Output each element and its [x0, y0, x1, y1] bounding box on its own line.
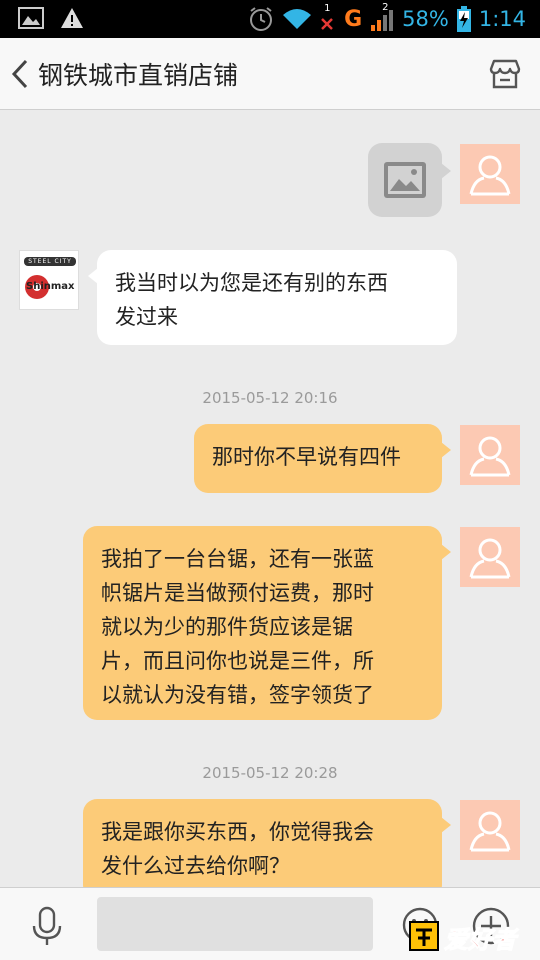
title-bar: 钢铁城市直销店铺	[0, 38, 540, 110]
shop-avatar[interactable]: STEEL CITY Shinmax	[19, 250, 79, 310]
signal-icon: 2	[370, 2, 394, 32]
outgoing-message-bubble[interactable]: 我是跟你买东西，你觉得我会 发什么过去给你啊？	[83, 799, 451, 899]
microphone-icon[interactable]	[30, 906, 64, 946]
chevron-left-icon[interactable]	[6, 58, 34, 90]
alarm-icon	[250, 7, 273, 31]
user-avatar[interactable]	[460, 425, 520, 485]
message-line: 片，而且问你也说是三件，所	[101, 649, 374, 673]
message-line: 以就认为没有错，签字领货了	[101, 683, 374, 707]
message-line: 发过来	[115, 305, 178, 329]
outgoing-message-bubble[interactable]: 那时你不早说有四件	[194, 424, 451, 493]
user-icon	[469, 436, 511, 477]
message-line: 我当时以为您是还有别的东西	[115, 271, 388, 295]
logo-top-text: STEEL CITY	[28, 258, 72, 265]
logo-bottom-text: Shinmax	[26, 281, 75, 292]
message-line: 发什么过去给你啊？	[101, 854, 290, 878]
no-signal-icon: 1	[320, 3, 336, 33]
incoming-message-bubble[interactable]: 我当时以为您是还有别的东西 发过来	[88, 250, 457, 345]
user-avatar[interactable]	[460, 527, 520, 587]
user-avatar[interactable]	[460, 800, 520, 860]
user-icon	[469, 811, 511, 852]
battery-percent: 58%	[402, 7, 449, 31]
message-line: 我拍了一台台锯，还有一张蓝	[101, 547, 374, 571]
watermark-figure-icon	[409, 921, 439, 951]
clock: 1:14	[478, 7, 526, 31]
image-placeholder-icon	[384, 162, 426, 198]
user-avatar[interactable]	[460, 144, 520, 204]
wifi-icon	[283, 9, 312, 29]
sim-badge-1: 1	[324, 3, 331, 14]
network-type: G	[344, 6, 363, 32]
warning-icon	[61, 8, 83, 28]
watermark-text: 爱好者	[444, 926, 517, 955]
message-line: 就以为少的那件货应该是锯	[101, 615, 353, 639]
watermark-logo: 爱好者	[406, 914, 534, 956]
user-icon	[469, 155, 511, 196]
message-line: 我是跟你买东西，你觉得我会	[101, 820, 374, 844]
image-notification-icon	[18, 7, 44, 29]
status-bar: 1 G 2 58% 1:14	[0, 0, 540, 38]
timestamp: 2015-05-12 20:28	[202, 764, 338, 782]
battery-charging-icon	[456, 6, 471, 32]
user-icon	[469, 538, 511, 579]
image-message-bubble[interactable]	[368, 143, 451, 217]
message-input[interactable]	[97, 897, 373, 951]
page-title: 钢铁城市直销店铺	[38, 61, 239, 90]
timestamp: 2015-05-12 20:16	[202, 389, 338, 407]
message-line: 帜锯片是当做预付运费，那时	[101, 581, 374, 605]
store-icon[interactable]	[488, 58, 522, 90]
message-line: 那时你不早说有四件	[212, 445, 401, 469]
outgoing-message-bubble[interactable]: 我拍了一台台锯，还有一张蓝 帜锯片是当做预付运费，那时 就以为少的那件货应该是锯…	[83, 526, 451, 720]
